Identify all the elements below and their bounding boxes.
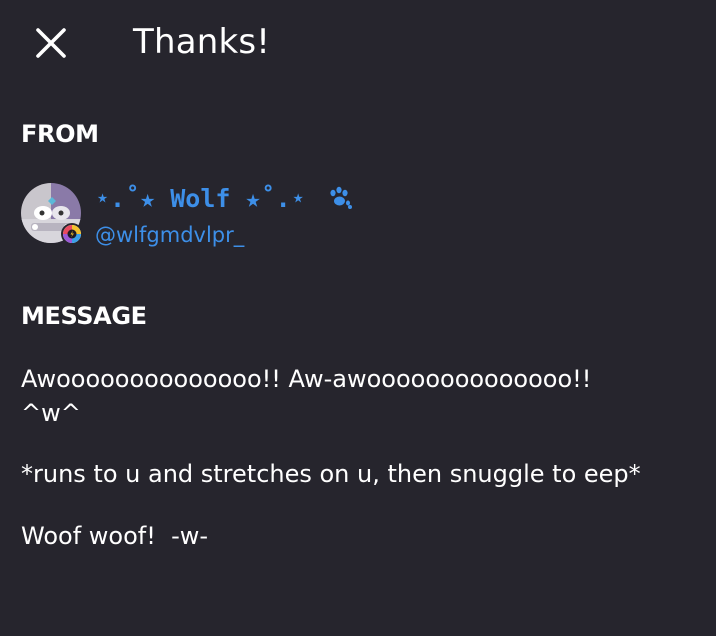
badge-icon — [61, 223, 83, 245]
message-paragraph: Awoooooooooooooo!! Aw-awoooooooooooooo!!… — [21, 362, 701, 430]
message-paragraph: *runs to u and stretches on u, then snug… — [21, 457, 701, 491]
message-line: ^w^ — [21, 399, 81, 427]
display-name: ⋆.˚★ Wolf ★˚.⋆ — [95, 183, 353, 215]
message-line: Woof woof! -w- — [21, 522, 209, 550]
header: Thanks! — [0, 0, 716, 86]
page-title: Thanks! — [133, 22, 271, 62]
message-body: Awoooooooooooooo!! Aw-awoooooooooooooo!!… — [21, 362, 701, 553]
sender-profile[interactable]: ⋆.˚★ Wolf ★˚.⋆ @wlfgmdvlpr_ — [21, 183, 521, 253]
display-name-text: ⋆.˚★ Wolf ★˚.⋆ — [95, 184, 306, 213]
user-handle: @wlfgmdvlpr_ — [95, 223, 245, 247]
message-line: *runs to u and stretches on u, then snug… — [21, 460, 641, 488]
message-paragraph: Woof woof! -w- — [21, 519, 701, 553]
from-label: FROM — [21, 120, 99, 148]
message-line: Awoooooooooooooo!! Aw-awoooooooooooooo!! — [21, 365, 592, 393]
close-icon — [36, 28, 66, 58]
message-label: MESSAGE — [21, 302, 147, 330]
paw-icon — [330, 186, 352, 209]
close-button[interactable] — [30, 22, 72, 64]
